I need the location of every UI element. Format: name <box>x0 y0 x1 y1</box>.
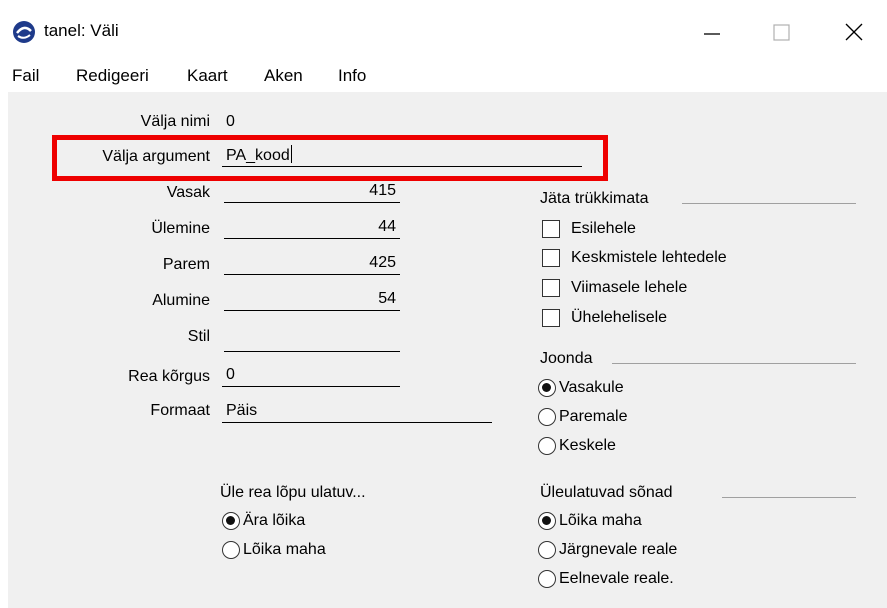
rea-korgus-input[interactable]: 0 <box>222 365 400 387</box>
menu-bar: Fail Redigeeri Kaart Aken Info <box>0 62 887 92</box>
minimize-icon <box>704 33 720 35</box>
valja-nimi-value: 0 <box>226 113 235 130</box>
maximize-icon <box>773 24 790 41</box>
words-loika-maha-label: Lõika maha <box>559 512 642 529</box>
vasakule-label: Vasakule <box>559 379 624 396</box>
eelnevale-reale-radio[interactable] <box>538 570 556 588</box>
words-loika-maha-radio[interactable] <box>538 512 556 530</box>
stil-label: Stil <box>187 328 210 345</box>
paremale-radio[interactable] <box>538 408 556 426</box>
esilehele-checkbox[interactable] <box>542 220 560 238</box>
title-bar: tanel: Väli <box>0 0 887 62</box>
vasak-label: Vasak <box>166 184 210 201</box>
alumine-input[interactable]: 54 <box>224 289 400 311</box>
jargnevale-reale-radio[interactable] <box>538 541 556 559</box>
uleulatuvad-heading: Üleulatuvad sõnad <box>540 484 673 501</box>
vasakule-radio[interactable] <box>538 379 556 397</box>
vasak-input[interactable]: 415 <box>224 181 400 203</box>
formaat-label: Formaat <box>150 402 210 419</box>
close-button[interactable] <box>824 10 884 54</box>
highlight-box <box>52 135 608 181</box>
menu-redigeeri[interactable]: Redigeeri <box>76 65 149 87</box>
rea-korgus-label: Rea kõrgus <box>128 368 210 385</box>
close-icon <box>845 23 863 41</box>
stil-input[interactable] <box>224 330 400 352</box>
ara-loika-radio[interactable] <box>222 512 240 530</box>
esilehele-label: Esilehele <box>571 220 636 237</box>
ulemine-label: Ülemine <box>151 220 210 237</box>
menu-kaart[interactable]: Kaart <box>187 65 228 87</box>
window-title: tanel: Väli <box>44 21 119 40</box>
formaat-input[interactable]: Päis <box>222 401 492 423</box>
keskele-label: Keskele <box>559 437 616 454</box>
maximize-button[interactable] <box>752 10 812 54</box>
valja-nimi-label: Välja nimi <box>140 113 210 130</box>
joonda-heading: Joonda <box>540 350 593 367</box>
group-divider <box>722 497 856 498</box>
keskmistele-checkbox[interactable] <box>542 249 560 267</box>
viimasele-label: Viimasele lehele <box>571 279 688 296</box>
alumine-label: Alumine <box>152 292 210 309</box>
eelnevale-reale-label: Eelnevale reale. <box>559 570 674 587</box>
app-logo-icon <box>13 21 35 43</box>
parem-input[interactable]: 425 <box>224 253 400 275</box>
jata-trukkimata-heading: Jäta trükkimata <box>540 190 649 207</box>
minimize-button[interactable] <box>682 10 742 54</box>
ara-loika-label: Ära lõika <box>243 512 306 529</box>
menu-aken[interactable]: Aken <box>264 65 303 87</box>
loika-maha-label: Lõika maha <box>243 541 326 558</box>
group-divider <box>682 203 856 204</box>
menu-info[interactable]: Info <box>338 65 366 87</box>
group-divider <box>612 363 856 364</box>
uhelehelisele-label: Ühelehelisele <box>571 309 668 326</box>
loika-maha-radio[interactable] <box>222 541 240 559</box>
ulemine-input[interactable]: 44 <box>224 217 400 239</box>
menu-fail[interactable]: Fail <box>12 65 39 87</box>
paremale-label: Paremale <box>559 408 628 425</box>
uhelehelisele-checkbox[interactable] <box>542 309 560 327</box>
jargnevale-reale-label: Järgnevale reale <box>559 541 678 558</box>
keskele-radio[interactable] <box>538 437 556 455</box>
ule-rea-heading: Üle rea lõpu ulatuv... <box>220 484 366 501</box>
parem-label: Parem <box>162 256 210 273</box>
viimasele-checkbox[interactable] <box>542 279 560 297</box>
keskmistele-label: Keskmistele lehtedele <box>571 249 727 266</box>
